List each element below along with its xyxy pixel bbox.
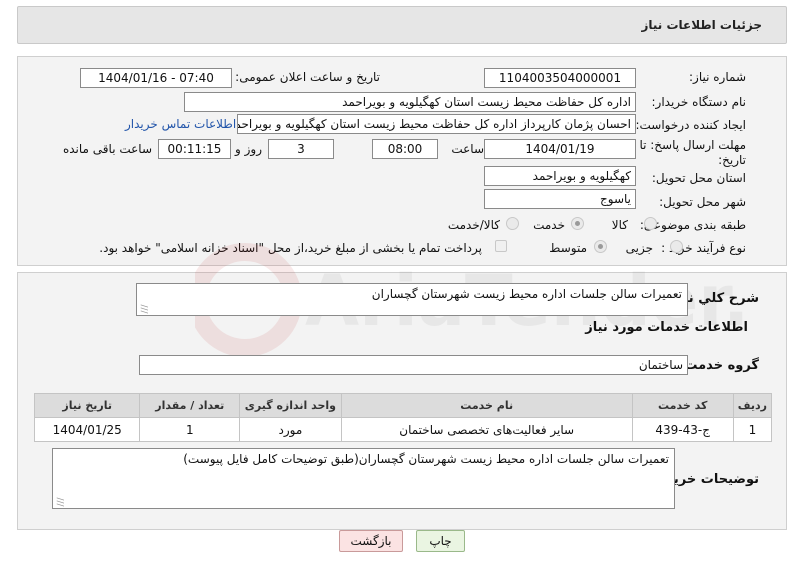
province-field[interactable]: کهگیلویه و بویراحمد: [484, 166, 636, 186]
cell-need-date: 1404/01/25: [33, 417, 141, 442]
announce-label: تاریخ و ساعت اعلان عمومی:: [235, 70, 380, 84]
resize-grip-icon[interactable]: ///: [55, 497, 65, 506]
process-radio-medium[interactable]: [594, 240, 607, 253]
service-group-label: گروه خدمت:: [679, 358, 759, 373]
description-text: تعمیرات سالن جلسات اداره محیط زیست شهرست…: [371, 287, 682, 301]
treasury-payment-note: پرداخت تمام یا بخشی از مبلغ خرید،از محل …: [99, 241, 482, 255]
service-group-field[interactable]: ساختمان: [139, 355, 688, 375]
page-header: جزئیات اطلاعات نیاز: [17, 6, 787, 44]
process-option-minor: جزیی: [625, 241, 653, 255]
col-unit: واحد اندازه گیری: [239, 393, 342, 418]
services-table: ردیف کد خدمت نام خدمت واحد اندازه گیری ت…: [33, 393, 773, 442]
services-section-title: اطلاعات خدمات مورد نیاز: [585, 320, 748, 335]
col-need-date: تاریخ نیاز: [33, 393, 141, 418]
table-row[interactable]: 1 ج-43-439 سایر فعالیت‌های تخصصی ساختمان…: [33, 417, 773, 442]
remaining-time-field[interactable]: 00:11:15: [158, 139, 231, 159]
buyer-contact-link[interactable]: اطلاعات تماس خریدار: [125, 117, 236, 131]
buyer-org-field[interactable]: اداره کل حفاظت محیط زیست استان کهگیلویه …: [184, 92, 636, 112]
announce-field[interactable]: 1404/01/16 - 07:40: [80, 68, 232, 88]
col-quantity: تعداد / مقدار: [139, 393, 241, 418]
days-field[interactable]: 3: [268, 139, 334, 159]
resize-grip-icon[interactable]: ///: [139, 304, 149, 313]
buyer-org-label: نام دستگاه خریدار:: [651, 95, 747, 109]
description-textarea[interactable]: تعمیرات سالن جلسات اداره محیط زیست شهرست…: [136, 283, 688, 316]
deadline-time-field[interactable]: 08:00: [372, 139, 438, 159]
treasury-payment-checkbox[interactable]: [495, 240, 507, 252]
print-button[interactable]: چاپ: [416, 530, 465, 552]
city-label: شهر محل تحویل:: [659, 195, 746, 209]
process-radio-minor[interactable]: [670, 240, 683, 253]
city-field[interactable]: یاسوج: [484, 189, 636, 209]
remaining-label: ساعت باقی مانده: [62, 142, 152, 156]
days-label: روز و: [235, 142, 262, 156]
need-number-field[interactable]: 1104003504000001: [484, 68, 636, 88]
deadline-label: مهلت ارسال پاسخ: تا تاریخ:: [639, 138, 746, 167]
buyer-notes-textarea[interactable]: تعمیرات سالن جلسات اداره محیط زیست شهرست…: [52, 448, 675, 509]
cell-code: ج-43-439: [631, 417, 734, 442]
back-button[interactable]: بازگشت: [339, 530, 403, 552]
category-radio-goods[interactable]: [644, 217, 657, 230]
creator-field[interactable]: احسان پژمان کارپرداز اداره کل حفاظت محیط…: [237, 114, 636, 134]
buyer-notes-text: تعمیرات سالن جلسات اداره محیط زیست شهرست…: [183, 452, 669, 466]
cell-row: 1: [732, 417, 773, 442]
deadline-time-label: ساعت: [451, 142, 484, 156]
category-radio-goods-service[interactable]: [506, 217, 519, 230]
services-table-header: ردیف کد خدمت نام خدمت واحد اندازه گیری ت…: [33, 393, 773, 418]
creator-label: ایجاد کننده درخواست:: [635, 118, 746, 132]
category-option-goods: کالا: [611, 218, 628, 232]
col-name: نام خدمت: [340, 393, 633, 418]
cell-name: سایر فعالیت‌های تخصصی ساختمان: [340, 417, 633, 442]
cell-unit: مورد: [239, 417, 342, 442]
page-title: جزئیات اطلاعات نیاز: [641, 18, 762, 32]
process-option-medium: متوسط: [549, 241, 587, 255]
province-label: استان محل تحویل:: [651, 171, 746, 185]
category-option-service: خدمت: [533, 218, 565, 232]
col-code: کد خدمت: [631, 393, 734, 418]
category-option-goods-service: کالا/خدمت: [447, 218, 500, 232]
category-radio-service[interactable]: [571, 217, 584, 230]
cell-quantity: 1: [139, 417, 241, 442]
need-number-label: شماره نیاز:: [689, 70, 746, 84]
deadline-date-field[interactable]: 1404/01/19: [484, 139, 636, 159]
col-row: ردیف: [732, 393, 773, 418]
